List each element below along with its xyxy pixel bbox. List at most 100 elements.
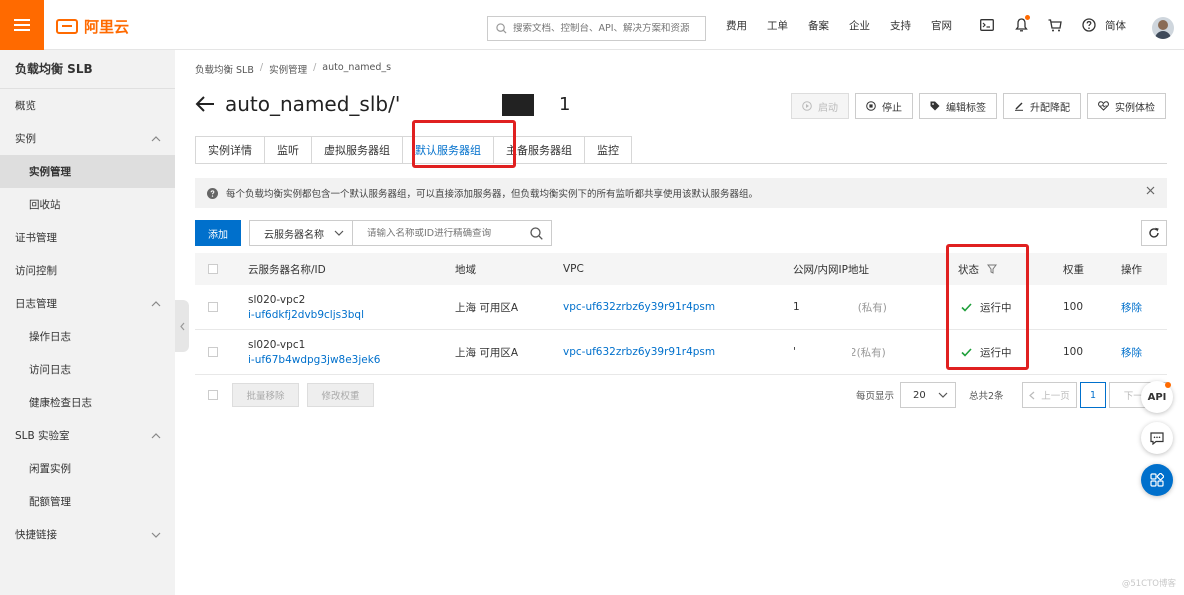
tab-instance-details[interactable]: 实例详情: [195, 136, 264, 164]
sidebar-title: 负载均衡 SLB: [0, 50, 175, 89]
tab-listeners[interactable]: 监听: [264, 136, 311, 164]
tab-label: 实例详情: [208, 144, 252, 157]
bell-icon: [1014, 18, 1028, 32]
select-all-cell: [208, 253, 218, 285]
refresh-button[interactable]: [1141, 220, 1167, 246]
sidebar-item-access-logs[interactable]: 访问日志: [0, 353, 175, 386]
language-switch[interactable]: 简体: [1105, 18, 1126, 33]
edit-weight-button[interactable]: 修改权重: [307, 383, 374, 407]
sidebar-item-label: 实例: [15, 133, 36, 145]
hamburger-menu-button[interactable]: [0, 0, 44, 50]
feedback-float-button[interactable]: [1141, 422, 1173, 454]
column-header-ip: 公网/内网IP地址: [793, 263, 869, 276]
start-button[interactable]: 启动: [791, 93, 849, 119]
total-count: 总共2条: [969, 391, 1004, 402]
apps-float-button[interactable]: [1141, 464, 1173, 496]
terminal-button[interactable]: [970, 0, 1004, 50]
sidebar-item-instances[interactable]: 实例: [0, 122, 175, 155]
sidebar-item-certificates[interactable]: 证书管理: [0, 221, 175, 254]
server-name: sl020-vpc2: [248, 293, 306, 306]
remove-link[interactable]: 移除: [1121, 285, 1142, 329]
row-checkbox[interactable]: [208, 347, 218, 357]
start-button-label: 启动: [818, 102, 838, 114]
server-search-box[interactable]: [352, 220, 552, 246]
sidebar-item-overview[interactable]: 概览: [0, 89, 175, 122]
top-link-support[interactable]: 支持: [880, 18, 921, 33]
server-id-link[interactable]: i-uf6dkfj2dvb9cljs3bql: [248, 309, 364, 321]
remove-link[interactable]: 移除: [1121, 330, 1142, 374]
cart-button[interactable]: [1038, 0, 1072, 50]
edit-tags-button[interactable]: 编辑标签: [919, 93, 997, 119]
prev-page-button[interactable]: 上一页: [1022, 382, 1077, 408]
notification-button[interactable]: [1004, 0, 1038, 50]
upgrade-downgrade-button[interactable]: 升配降配: [1003, 93, 1081, 119]
redaction-block: [536, 92, 556, 118]
tab-monitoring[interactable]: 监控: [584, 136, 632, 164]
vpc-link[interactable]: vpc-uf632zrbz6y39r91r4psm: [563, 330, 715, 374]
column-header-weight: 权重: [1063, 263, 1084, 276]
redaction-block: [796, 341, 852, 363]
help-button[interactable]: [1072, 0, 1106, 50]
sidebar-item-quick-links[interactable]: 快捷链接: [0, 518, 175, 551]
logo-text: 阿里云: [84, 18, 130, 36]
top-link-ticket[interactable]: 工单: [757, 18, 798, 33]
redaction-block: [502, 94, 534, 116]
sidebar-item-access-control[interactable]: 访问控制: [0, 254, 175, 287]
chevron-up-icon: [151, 135, 161, 141]
search-field-select[interactable]: 云服务器名称: [249, 220, 353, 246]
sidebar-item-health-check-logs[interactable]: 健康检查日志: [0, 386, 175, 419]
region-cell: 上海 可用区A: [455, 346, 519, 359]
footer-select-all-checkbox[interactable]: [208, 390, 218, 400]
sidebar-item-idle-instances[interactable]: 闲置实例: [0, 452, 175, 485]
chevron-down-icon: [938, 392, 948, 398]
sidebar-item-log-management[interactable]: 日志管理: [0, 287, 175, 320]
per-page-label: 每页显示: [856, 391, 895, 402]
aliyun-logo[interactable]: 阿里云: [56, 16, 129, 37]
breadcrumb-separator: /: [259, 62, 264, 73]
add-server-button[interactable]: 添加: [195, 220, 241, 246]
top-link-enterprise[interactable]: 企业: [839, 18, 880, 33]
sidebar-collapse-button[interactable]: [175, 300, 189, 352]
row-checkbox[interactable]: [208, 302, 218, 312]
top-link-icp[interactable]: 备案: [798, 18, 839, 33]
back-arrow-icon[interactable]: [195, 96, 215, 112]
user-avatar[interactable]: [1152, 17, 1174, 39]
notification-dot: [1025, 15, 1030, 20]
tag-icon: [930, 101, 940, 111]
breadcrumb-item-instances[interactable]: 实例管理: [269, 62, 307, 76]
search-icon: [496, 23, 507, 34]
vpc-link[interactable]: vpc-uf632zrbz6y39r91r4psm: [563, 285, 715, 329]
play-icon: [802, 101, 812, 111]
batch-remove-button[interactable]: 批量移除: [232, 383, 299, 407]
stop-button[interactable]: 停止: [855, 93, 913, 119]
sidebar-item-slb-lab[interactable]: SLB 实验室: [0, 419, 175, 452]
breadcrumb-item-slb[interactable]: 负载均衡 SLB: [195, 62, 254, 76]
page-1-button[interactable]: 1: [1080, 382, 1106, 408]
server-search-input[interactable]: [367, 227, 517, 239]
chevron-up-icon: [151, 432, 161, 438]
server-id-link[interactable]: i-uf67b4wdpg3jw8e3jek6: [248, 354, 381, 366]
sidebar-item-instance-management[interactable]: 实例管理: [0, 155, 175, 188]
annotation-box-default-server-group: [412, 120, 516, 168]
top-link-official-site[interactable]: 官网: [921, 18, 962, 33]
global-search-box[interactable]: [487, 16, 706, 41]
sidebar-item-operation-logs[interactable]: 操作日志: [0, 320, 175, 353]
sidebar-item-label: 访问日志: [29, 364, 71, 376]
select-all-checkbox[interactable]: [208, 264, 218, 274]
sidebar-item-label: 闲置实例: [29, 463, 71, 475]
table-footer: 批量移除 修改权重 每页显示 20 总共2条 上一页 1 下一页: [195, 382, 1167, 408]
sidebar-item-quota-management[interactable]: 配额管理: [0, 485, 175, 518]
row-select-cell: [208, 330, 218, 374]
close-icon[interactable]: [1146, 186, 1155, 195]
instance-inspect-button[interactable]: 实例体检: [1087, 93, 1166, 119]
sidebar-item-recycle-bin[interactable]: 回收站: [0, 188, 175, 221]
search-icon[interactable]: [530, 226, 543, 240]
column-header-vpc: VPC: [563, 263, 584, 275]
page-size-select[interactable]: 20: [900, 382, 956, 408]
top-link-billing[interactable]: 费用: [716, 18, 757, 33]
global-search-input[interactable]: [513, 23, 698, 34]
tab-vserver-groups[interactable]: 虚拟服务器组: [311, 136, 402, 164]
redaction-block: [412, 92, 472, 118]
edit-tags-button-label: 编辑标签: [946, 102, 986, 114]
tab-label: 监听: [277, 144, 299, 157]
